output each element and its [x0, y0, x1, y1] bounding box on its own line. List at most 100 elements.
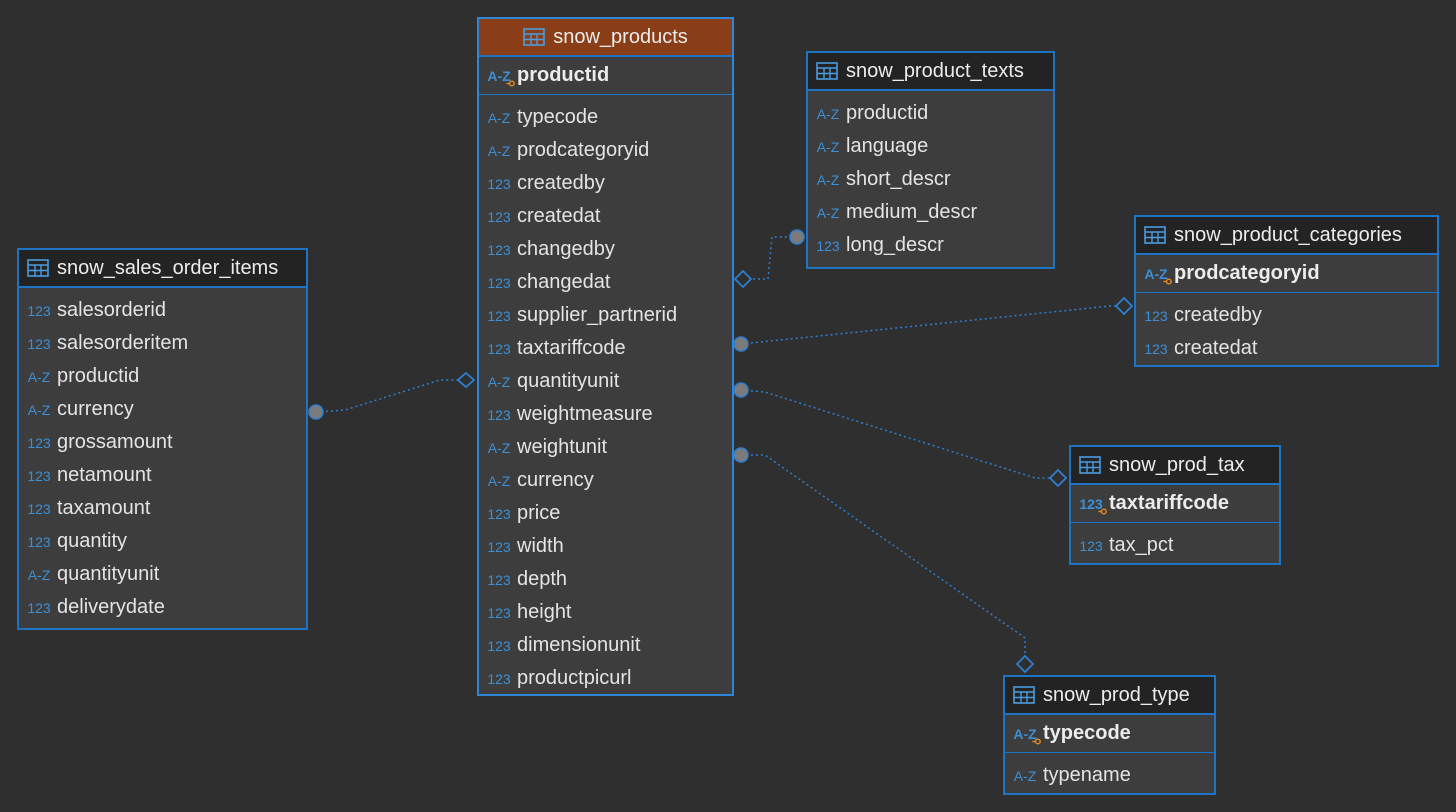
- table-icon: [523, 28, 546, 46]
- column-row[interactable]: A-Z quantityunit: [479, 365, 732, 398]
- column-name: deliverydate: [57, 596, 165, 618]
- link-end-circle: [733, 447, 749, 463]
- primary-key-row[interactable]: 123 taxtariffcode: [1071, 485, 1279, 523]
- primary-key-icon: [1032, 737, 1041, 745]
- column-row[interactable]: 123 changedby: [479, 233, 732, 266]
- entity-snow-product-texts[interactable]: snow_product_texts A-Z productid A-Z languag…: [806, 51, 1055, 269]
- numeric-type-icon: 123: [27, 302, 51, 319]
- column-name: depth: [517, 568, 568, 590]
- column-row[interactable]: A-Z typecode: [479, 101, 732, 134]
- text-type-icon: A-Z: [487, 142, 511, 159]
- primary-key-name: taxtariffcode: [1109, 492, 1230, 514]
- column-row[interactable]: A-Z weightunit: [479, 431, 732, 464]
- numeric-type-icon: 123: [487, 175, 511, 192]
- text-type-icon: A-Z: [27, 566, 51, 583]
- column-row[interactable]: A-Z prodcategoryid: [479, 134, 732, 167]
- column-name: prodcategoryid: [517, 139, 650, 161]
- column-row[interactable]: A-Z typename: [1005, 759, 1214, 792]
- column-row[interactable]: 123 createdat: [1136, 332, 1437, 365]
- text-type-icon: A-Z: [487, 439, 511, 456]
- text-type-icon: A-Z: [1142, 266, 1172, 285]
- column-row[interactable]: 123 salesorderitem: [19, 327, 306, 360]
- entity-title: snow_products: [553, 25, 688, 48]
- link-end-diamond: [1015, 654, 1035, 674]
- primary-key-icon: [1098, 507, 1107, 515]
- column-name: changedat: [517, 271, 611, 293]
- table-icon: [1013, 686, 1035, 704]
- column-list: 123 createdby 123 createdat: [1136, 293, 1437, 365]
- text-type-icon: A-Z: [487, 373, 511, 390]
- column-row[interactable]: A-Z short_descr: [808, 163, 1053, 196]
- column-name: productid: [57, 365, 140, 387]
- column-row[interactable]: A-Z medium_descr: [808, 196, 1053, 229]
- column-row[interactable]: 123 deliverydate: [19, 591, 306, 624]
- numeric-type-icon: 123: [487, 604, 511, 621]
- primary-key-row[interactable]: A-Z typecode: [1005, 715, 1214, 753]
- text-type-icon: A-Z: [27, 368, 51, 385]
- column-row[interactable]: 123 price: [479, 497, 732, 530]
- column-row[interactable]: 123 tax_pct: [1071, 529, 1279, 562]
- column-row[interactable]: A-Z quantityunit: [19, 558, 306, 591]
- entity-snow-products[interactable]: snow_products A-Z productid A-Z typecode A-Z p…: [477, 17, 734, 696]
- column-row[interactable]: 123 taxamount: [19, 492, 306, 525]
- entity-header[interactable]: snow_products: [479, 19, 732, 57]
- column-row[interactable]: 123 weightmeasure: [479, 398, 732, 431]
- numeric-type-icon: 123: [1144, 307, 1168, 324]
- numeric-type-icon: 123: [27, 434, 51, 451]
- column-row[interactable]: 123 height: [479, 596, 732, 629]
- column-row[interactable]: 123 taxtariffcode: [479, 332, 732, 365]
- column-name: long_descr: [846, 234, 944, 256]
- entity-snow-prod-tax[interactable]: snow_prod_tax 123 taxtariffcode 123 tax_pct: [1069, 445, 1281, 565]
- entity-header[interactable]: snow_sales_order_items: [19, 250, 306, 288]
- text-type-icon: A-Z: [816, 171, 840, 188]
- column-name: changedby: [517, 238, 615, 260]
- entity-snow-sales-order-items[interactable]: snow_sales_order_items 123 salesorderid 123…: [17, 248, 308, 630]
- entity-header[interactable]: snow_prod_type: [1005, 677, 1214, 715]
- primary-key-row[interactable]: A-Z prodcategoryid: [1136, 255, 1437, 293]
- column-row[interactable]: 123 long_descr: [808, 229, 1053, 262]
- text-type-icon: A-Z: [816, 138, 840, 155]
- text-type-icon: A-Z: [1011, 726, 1041, 745]
- entity-title: snow_product_texts: [846, 59, 1024, 82]
- entity-header[interactable]: snow_product_categories: [1136, 217, 1437, 255]
- column-name: taxamount: [57, 497, 151, 519]
- column-row[interactable]: 123 createdby: [479, 167, 732, 200]
- primary-key-name: productid: [517, 64, 610, 86]
- column-name: short_descr: [846, 168, 951, 190]
- column-row[interactable]: 123 width: [479, 530, 732, 563]
- column-row[interactable]: A-Z productid: [19, 360, 306, 393]
- column-list: A-Z productid A-Z language A-Z short_descr A-Z…: [808, 91, 1053, 262]
- column-row[interactable]: 123 changedat: [479, 266, 732, 299]
- column-row[interactable]: 123 createdby: [1136, 299, 1437, 332]
- column-row[interactable]: 123 depth: [479, 563, 732, 596]
- column-row[interactable]: 123 supplier_partnerid: [479, 299, 732, 332]
- numeric-type-icon: 123: [487, 670, 511, 687]
- text-type-icon: A-Z: [485, 68, 515, 87]
- entity-snow-product-categories[interactable]: snow_product_categories A-Z prodcategoryid…: [1134, 215, 1439, 367]
- column-row[interactable]: 123 productpicurl: [479, 662, 732, 695]
- column-row[interactable]: A-Z language: [808, 130, 1053, 163]
- entity-header[interactable]: snow_prod_tax: [1071, 447, 1279, 485]
- entity-header[interactable]: snow_product_texts: [808, 53, 1053, 91]
- column-row[interactable]: A-Z currency: [19, 393, 306, 426]
- entity-snow-prod-type[interactable]: snow_prod_type A-Z typecode A-Z typename: [1003, 675, 1216, 795]
- column-name: createdat: [1174, 337, 1258, 359]
- link-end-diamond: [1048, 468, 1068, 488]
- primary-key-name: prodcategoryid: [1174, 262, 1320, 284]
- column-name: quantityunit: [517, 370, 620, 392]
- column-row[interactable]: A-Z currency: [479, 464, 732, 497]
- link-products-prod-type: [741, 454, 1026, 664]
- entity-title: snow_prod_type: [1043, 683, 1190, 706]
- column-name: productpicurl: [517, 667, 632, 689]
- column-row[interactable]: 123 netamount: [19, 459, 306, 492]
- numeric-type-icon: 123: [1079, 537, 1103, 554]
- column-row[interactable]: 123 salesorderid: [19, 294, 306, 327]
- primary-key-row[interactable]: A-Z productid: [479, 57, 732, 95]
- column-row[interactable]: 123 dimensionunit: [479, 629, 732, 662]
- column-row[interactable]: 123 quantity: [19, 525, 306, 558]
- column-row[interactable]: A-Z productid: [808, 97, 1053, 130]
- column-row[interactable]: 123 grossamount: [19, 426, 306, 459]
- link-end-circle: [733, 336, 749, 352]
- column-row[interactable]: 123 createdat: [479, 200, 732, 233]
- numeric-type-icon: 123: [487, 274, 511, 291]
